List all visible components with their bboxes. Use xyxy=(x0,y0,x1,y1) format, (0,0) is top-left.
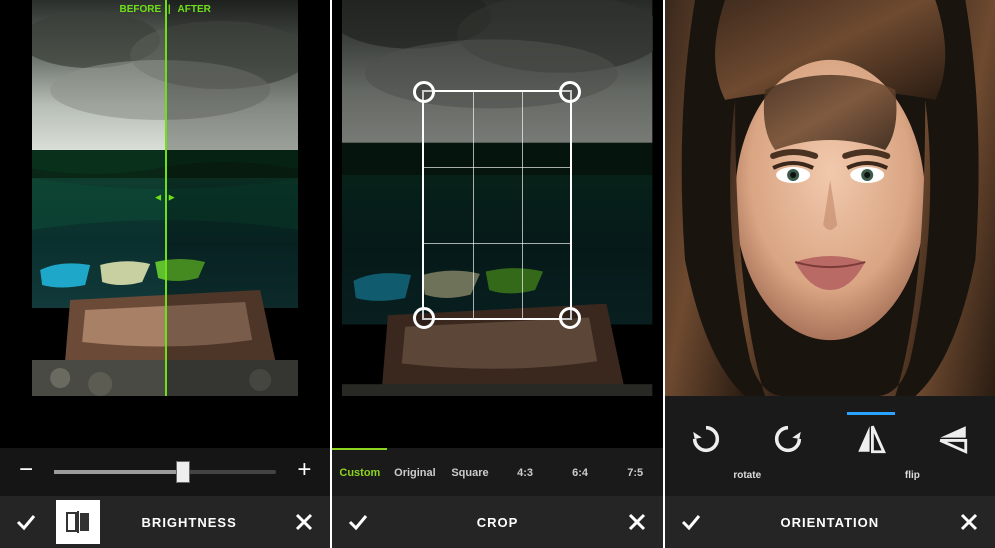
slider-thumb[interactable] xyxy=(176,461,190,483)
rotate-group: rotate xyxy=(665,396,830,496)
bottom-bar: CROP xyxy=(332,496,662,548)
flip-horizontal-button[interactable] xyxy=(847,412,895,460)
ratio-square[interactable]: Square xyxy=(442,448,497,496)
rotate-cw-button[interactable] xyxy=(764,412,812,460)
image-canvas[interactable] xyxy=(332,0,662,396)
ratio-4-3[interactable]: 4:3 xyxy=(498,448,553,496)
ratio-7-5[interactable]: 7:5 xyxy=(608,448,663,496)
image-canvas[interactable] xyxy=(665,0,995,396)
brightness-slider-row: − + xyxy=(0,448,330,496)
flip-horizontal-icon xyxy=(854,422,888,456)
flip-vertical-button[interactable] xyxy=(929,412,977,460)
ratio-6-4[interactable]: 6:4 xyxy=(553,448,608,496)
close-icon xyxy=(627,512,647,532)
panel-title: BRIGHTNESS xyxy=(100,515,278,530)
crop-panel: Custom Original Square 4:3 6:4 7:5 CROP xyxy=(332,0,664,548)
ratio-original[interactable]: Original xyxy=(387,448,442,496)
rotate-cw-icon xyxy=(771,422,805,456)
crop-rectangle[interactable] xyxy=(422,90,572,320)
crop-handle-tl[interactable] xyxy=(413,81,435,103)
check-icon xyxy=(14,510,38,534)
brightness-panel: BEFORE | AFTER ◄ ► − + xyxy=(0,0,332,548)
bottom-bar: ORIENTATION xyxy=(665,496,995,548)
check-icon xyxy=(346,510,370,534)
image-canvas[interactable]: BEFORE | AFTER ◄ ► xyxy=(0,0,330,396)
rotate-ccw-button[interactable] xyxy=(682,412,730,460)
orientation-panel: rotate flip xyxy=(665,0,995,548)
flip-vertical-icon xyxy=(936,422,970,456)
bottom-bar: BRIGHTNESS xyxy=(0,496,330,548)
confirm-button[interactable] xyxy=(665,496,717,548)
aspect-ratio-tabs: Custom Original Square 4:3 6:4 7:5 xyxy=(332,448,662,496)
flip-group: flip xyxy=(830,396,995,496)
decrease-button[interactable]: − xyxy=(12,458,40,486)
close-icon xyxy=(294,512,314,532)
flip-label: flip xyxy=(905,470,920,481)
orientation-controls: rotate flip xyxy=(665,396,995,496)
panel-title: ORIENTATION xyxy=(717,515,943,530)
before-label: BEFORE xyxy=(119,4,161,15)
brightness-slider[interactable] xyxy=(54,470,276,474)
after-label: AFTER xyxy=(178,4,211,15)
compare-handle[interactable]: ◄ ► xyxy=(153,193,177,204)
before-after-labels: BEFORE | AFTER xyxy=(0,4,330,15)
rotate-ccw-icon xyxy=(689,422,723,456)
ratio-custom[interactable]: Custom xyxy=(332,448,387,496)
cancel-button[interactable] xyxy=(611,496,663,548)
panel-title: CROP xyxy=(384,515,610,530)
confirm-button[interactable] xyxy=(0,496,52,548)
close-icon xyxy=(959,512,979,532)
check-icon xyxy=(679,510,703,534)
rotate-label: rotate xyxy=(733,470,761,481)
cancel-button[interactable] xyxy=(278,496,330,548)
compare-toggle-button[interactable] xyxy=(56,500,100,544)
compare-icon xyxy=(65,509,91,535)
cancel-button[interactable] xyxy=(943,496,995,548)
increase-button[interactable]: + xyxy=(290,458,318,486)
confirm-button[interactable] xyxy=(332,496,384,548)
